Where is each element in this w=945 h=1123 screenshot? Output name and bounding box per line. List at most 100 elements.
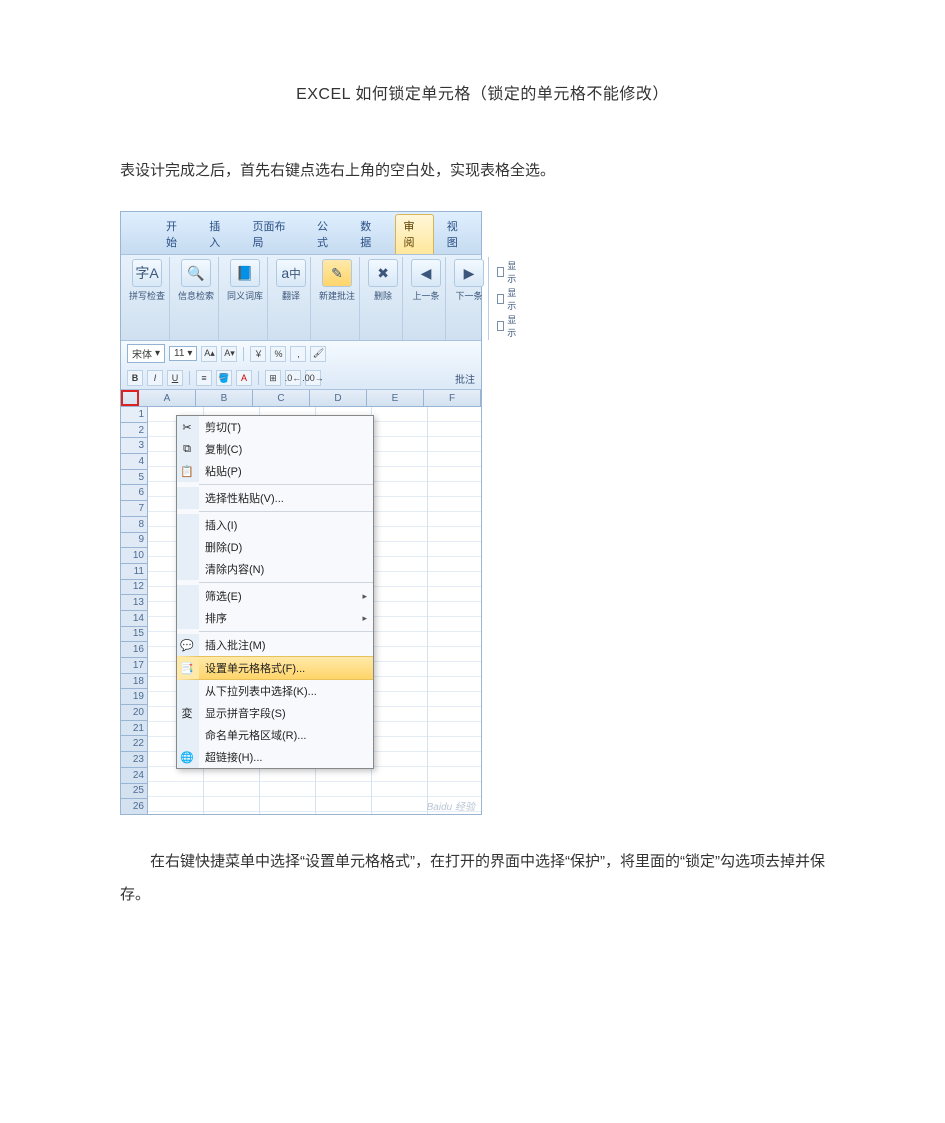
spreadsheet-grid[interactable]: A B C D E F 1 2 3 4 5 6 7 8 9 10 [121, 390, 481, 814]
menu-hyperlink[interactable]: 🌐超链接(H)... [177, 746, 373, 768]
font-select[interactable]: 宋体▾ [127, 344, 165, 363]
menu-label: 清除内容(N) [205, 561, 264, 577]
ribbon-tab-formula[interactable]: 公式 [308, 214, 347, 254]
menu-delete[interactable]: 删除(D) [177, 536, 373, 558]
menu-insert-comment[interactable]: 💬插入批注(M) [177, 634, 373, 656]
underline-button[interactable]: U [167, 370, 183, 386]
row-header[interactable]: 5 [121, 470, 147, 486]
separator [199, 484, 373, 485]
cells-area[interactable]: ✂剪切(T) ⧉复制(C) 📋粘贴(P) 选择性粘贴(V)... 插入(I) 删… [148, 407, 481, 814]
row-header[interactable]: 6 [121, 485, 147, 501]
col-header[interactable]: F [424, 390, 481, 406]
shrink-font-button[interactable]: A▾ [221, 346, 237, 362]
menu-copy[interactable]: ⧉复制(C) [177, 438, 373, 460]
group-spellcheck[interactable]: 字A 拼写检查 [125, 257, 170, 340]
row-header[interactable]: 16 [121, 642, 147, 658]
group-label: 新建批注 [319, 289, 355, 302]
row-header[interactable]: 20 [121, 705, 147, 721]
translate-icon: a中 [276, 259, 306, 287]
menu-filter[interactable]: 筛选(E) [177, 585, 373, 607]
size-select[interactable]: 11▾ [169, 346, 197, 361]
menu-cut[interactable]: ✂剪切(T) [177, 416, 373, 438]
italic-button[interactable]: I [147, 370, 163, 386]
grow-font-button[interactable]: A▴ [201, 346, 217, 362]
ribbon-tab-insert[interactable]: 插入 [200, 214, 239, 254]
group-label: 拼写检查 [129, 289, 165, 302]
group-translate[interactable]: a中 翻译 [272, 257, 311, 340]
spellcheck-icon: 字A [132, 259, 162, 287]
menu-phonetic[interactable]: 変显示拼音字段(S) [177, 702, 373, 724]
ribbon-tab-view[interactable]: 视图 [438, 214, 477, 254]
menu-dropdown-list[interactable]: 从下拉列表中选择(K)... [177, 680, 373, 702]
checkbox-icon[interactable] [497, 321, 504, 331]
bold-button[interactable]: B [127, 370, 143, 386]
row-header[interactable]: 4 [121, 454, 147, 470]
row-header[interactable]: 23 [121, 752, 147, 768]
ribbon-tabs: 开始 插入 页面布局 公式 数据 审阅 视图 [121, 212, 481, 255]
comments-group-label: 批注 [455, 371, 475, 386]
menu-label: 插入(I) [205, 517, 237, 533]
row-header[interactable]: 12 [121, 580, 147, 596]
checkbox-icon[interactable] [497, 294, 504, 304]
ribbon-tab-review[interactable]: 审阅 [395, 214, 434, 254]
row-header[interactable]: 10 [121, 548, 147, 564]
font-color-button[interactable]: A [236, 370, 252, 386]
row-header[interactable]: 2 [121, 423, 147, 439]
group-prev[interactable]: ◀ 上一条 [407, 257, 446, 340]
group-label: 删除 [374, 289, 392, 302]
menu-insert[interactable]: 插入(I) [177, 514, 373, 536]
menu-label: 设置单元格格式(F)... [205, 660, 305, 676]
menu-name-range[interactable]: 命名单元格区域(R)... [177, 724, 373, 746]
group-label: 同义词库 [227, 289, 263, 302]
row-header[interactable]: 8 [121, 517, 147, 533]
row-header[interactable]: 14 [121, 611, 147, 627]
row-header[interactable]: 9 [121, 533, 147, 549]
row-header[interactable]: 26 [121, 799, 147, 814]
percent-button[interactable]: % [270, 346, 286, 362]
row-header[interactable]: 18 [121, 674, 147, 690]
row-header[interactable]: 25 [121, 784, 147, 800]
row-header[interactable]: 3 [121, 438, 147, 454]
checkbox-icon[interactable] [497, 267, 504, 277]
row-header[interactable]: 19 [121, 689, 147, 705]
decrease-decimal-button[interactable]: .0← [285, 370, 301, 386]
group-research[interactable]: 🔍 信息检索 [174, 257, 219, 340]
currency-button[interactable]: ￥ [250, 346, 266, 362]
col-header[interactable]: C [253, 390, 310, 406]
group-delete-comment[interactable]: ✖ 删除 [364, 257, 403, 340]
show-opt: 显示 [507, 313, 519, 339]
ribbon-tab-layout[interactable]: 页面布局 [244, 214, 305, 254]
comma-button[interactable]: , [290, 346, 306, 362]
ribbon-tab-home[interactable]: 开始 [157, 214, 196, 254]
row-header[interactable]: 7 [121, 501, 147, 517]
row-header[interactable]: 13 [121, 595, 147, 611]
col-header[interactable]: B [196, 390, 253, 406]
select-all-corner[interactable] [121, 390, 139, 406]
row-header[interactable]: 11 [121, 564, 147, 580]
increase-decimal-button[interactable]: .00→ [305, 370, 321, 386]
col-header[interactable]: E [367, 390, 424, 406]
align-button[interactable]: ≡ [196, 370, 212, 386]
fill-color-button[interactable]: 🪣 [216, 370, 232, 386]
group-next[interactable]: ▶ 下一条 [450, 257, 489, 340]
row-header[interactable]: 17 [121, 658, 147, 674]
row-header[interactable]: 22 [121, 736, 147, 752]
row-header[interactable]: 15 [121, 627, 147, 643]
ribbon-tab-data[interactable]: 数据 [351, 214, 390, 254]
row-header[interactable]: 1 [121, 407, 147, 423]
menu-clear[interactable]: 清除内容(N) [177, 558, 373, 580]
format-painter-button[interactable]: 🖌 [310, 346, 326, 362]
row-header[interactable]: 24 [121, 768, 147, 784]
menu-format-cells[interactable]: 📑设置单元格格式(F)... [177, 656, 373, 680]
row-header[interactable]: 21 [121, 721, 147, 737]
col-header[interactable]: D [310, 390, 367, 406]
group-new-comment[interactable]: ✎ 新建批注 [315, 257, 360, 340]
font-size: 11 [174, 348, 184, 359]
menu-sort[interactable]: 排序 [177, 607, 373, 629]
menu-paste-special[interactable]: 选择性粘贴(V)... [177, 487, 373, 509]
menu-paste[interactable]: 📋粘贴(P) [177, 460, 373, 482]
group-thesaurus[interactable]: 📘 同义词库 [223, 257, 268, 340]
borders-button[interactable]: ⊞ [265, 370, 281, 386]
col-header[interactable]: A [139, 390, 196, 406]
separator [243, 347, 244, 361]
